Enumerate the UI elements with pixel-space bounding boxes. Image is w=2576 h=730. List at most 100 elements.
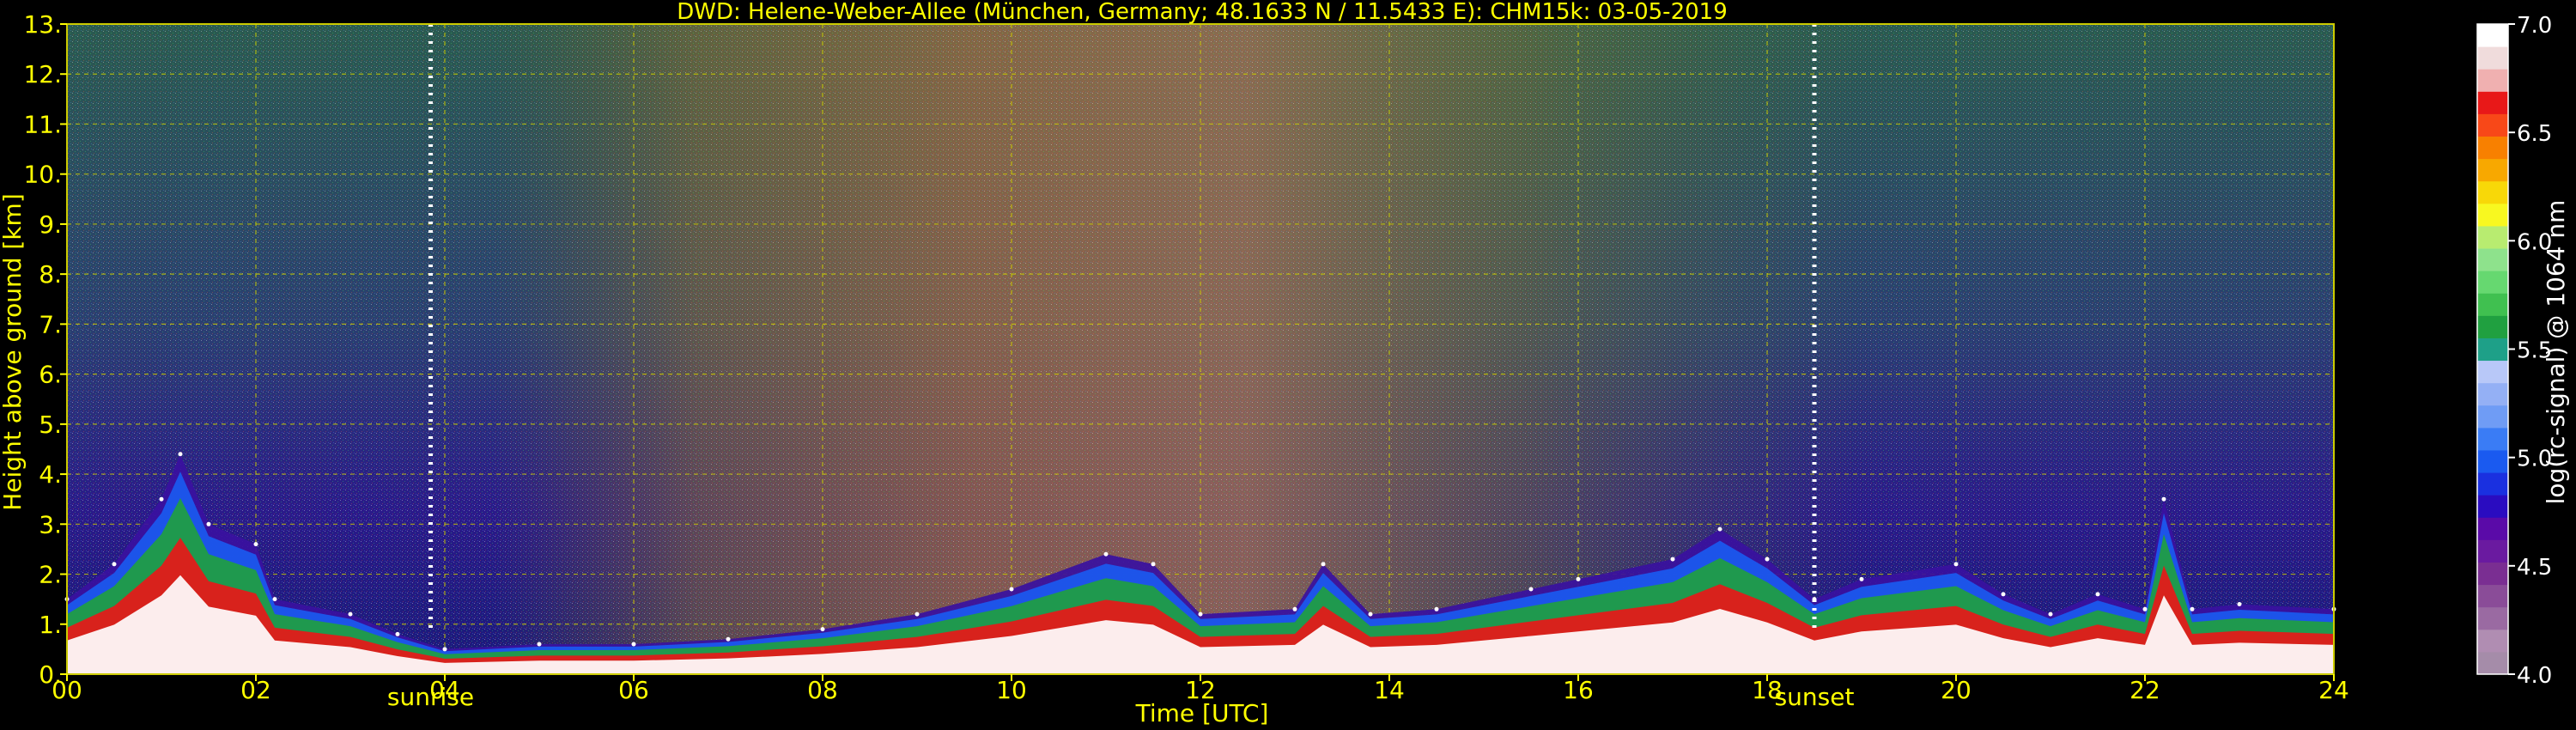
y-tick-label-5: 5. <box>39 411 62 439</box>
colorbar-tick-label-6.5: 6.5 <box>2517 121 2552 147</box>
x-tick-label-14: 14 <box>1374 676 1405 704</box>
ceilometer-figure: sunrise sunset 00 02 04 06 08 10 12 14 16 18 20 22 24… <box>0 0 2570 727</box>
colorbar-segment-26 <box>2477 69 2508 92</box>
layer-top-point-37 <box>2237 601 2242 606</box>
colorbar-tick-label-4.0: 4.0 <box>2517 663 2552 689</box>
layer-top-point-26 <box>1717 526 1722 532</box>
layer-top-point-31 <box>2001 592 2006 597</box>
colorbar-segment-18 <box>2477 248 2508 271</box>
y-tick-label-6: 6. <box>39 361 62 389</box>
x-tick-label-20: 20 <box>1941 676 1971 704</box>
colorbar-segment-4 <box>2477 562 2508 586</box>
x-tick-label-04: 04 <box>429 676 460 704</box>
y-tick-label-7: 7. <box>39 310 62 338</box>
colorbar-segment-10 <box>2477 427 2508 451</box>
layer-top-point-21 <box>1368 611 1373 617</box>
layer-top-point-10 <box>537 642 542 647</box>
sunset-label: sunset <box>1775 683 1855 711</box>
y-tick-label-1: 1. <box>39 611 62 639</box>
colorbar-segment-0 <box>2477 651 2508 675</box>
layer-top-point-36 <box>2190 606 2195 611</box>
y-axis-label: Height above ground [km] <box>0 193 27 511</box>
layer-top-point-24 <box>1576 576 1581 581</box>
colorbar-segment-13 <box>2477 360 2508 384</box>
x-axis-label: Time [UTC] <box>1135 699 1269 727</box>
layer-top-point-4 <box>206 521 211 526</box>
y-tick-label-12: 12. <box>23 60 62 88</box>
layer-top-point-2 <box>159 496 164 502</box>
colorbar-segment-19 <box>2477 225 2508 249</box>
colorbar-segment-12 <box>2477 382 2508 406</box>
layer-top-point-9 <box>442 647 447 652</box>
colorbar-segment-8 <box>2477 472 2508 496</box>
colorbar-segment-17 <box>2477 271 2508 294</box>
colorbar-segment-2 <box>2477 606 2508 630</box>
x-tick-label-24: 24 <box>2318 676 2349 704</box>
colorbar-segment-28 <box>2477 24 2508 47</box>
layer-top-point-7 <box>348 611 353 617</box>
x-tick-label-06: 06 <box>618 676 649 704</box>
layer-top-point-1 <box>112 562 117 567</box>
layer-top-point-29 <box>1859 576 1864 581</box>
y-tick-label-13: 13. <box>23 10 62 39</box>
colorbar-tick-label-7.0: 7.0 <box>2517 13 2552 39</box>
colorbar-segment-6 <box>2477 517 2508 540</box>
x-tick-label-18: 18 <box>1752 676 1783 704</box>
layer-top-point-25 <box>1670 557 1675 562</box>
layer-top-point-30 <box>1953 562 1959 567</box>
layer-top-point-22 <box>1434 606 1439 611</box>
y-tick-label-10: 10. <box>23 161 62 189</box>
colorbar-segment-5 <box>2477 539 2508 563</box>
layer-top-point-32 <box>2048 611 2053 617</box>
x-tick-label-02: 02 <box>240 676 271 704</box>
colorbar-segment-11 <box>2477 405 2508 429</box>
y-tick-label-11: 11. <box>23 110 62 138</box>
layer-top-point-20 <box>1321 562 1326 567</box>
layer-top-point-16 <box>1103 551 1109 557</box>
colorbar-segment-14 <box>2477 338 2508 362</box>
y-tick-label-4: 4. <box>39 460 62 489</box>
layer-top-point-19 <box>1292 606 1297 611</box>
y-tick-label-0: 0. <box>39 660 62 689</box>
y-tick-label-9: 9. <box>39 210 62 239</box>
y-tick-label-3: 3. <box>39 510 62 538</box>
layer-top-point-34 <box>2142 606 2148 611</box>
x-tick-label-16: 16 <box>1563 676 1594 704</box>
y-tick-label-2: 2. <box>39 561 62 589</box>
layer-top-point-35 <box>2161 496 2166 502</box>
x-tick-label-10: 10 <box>996 676 1027 704</box>
layer-top-point-27 <box>1765 557 1770 562</box>
colorbar-label: log(rc-signal) @ 1064 nm <box>2542 200 2570 505</box>
layer-top-point-11 <box>631 642 636 647</box>
colorbar-segment-21 <box>2477 180 2508 204</box>
y-tick-label-8: 8. <box>39 260 62 289</box>
layer-top-point-13 <box>820 627 825 632</box>
colorbar-segment-23 <box>2477 136 2508 160</box>
layer-top-point-12 <box>726 636 731 642</box>
layer-top-point-23 <box>1528 587 1534 592</box>
colorbar-tick-label-4.5: 4.5 <box>2517 555 2552 581</box>
layer-top-point-18 <box>1198 611 1203 617</box>
layer-top-point-8 <box>395 631 400 636</box>
colorbar-segment-25 <box>2477 91 2508 114</box>
layer-top-point-15 <box>1009 587 1014 592</box>
colorbar-segment-22 <box>2477 158 2508 182</box>
colorbar-segment-24 <box>2477 113 2508 137</box>
colorbar-segment-3 <box>2477 584 2508 608</box>
colorbar-segment-27 <box>2477 46 2508 70</box>
layer-top-point-33 <box>2095 592 2100 597</box>
colorbar-segment-1 <box>2477 629 2508 653</box>
chart-title: DWD: Helene-Weber-Allee (München, German… <box>677 0 1728 25</box>
layer-top-point-6 <box>272 597 277 602</box>
colorbar-segment-15 <box>2477 315 2508 338</box>
x-tick-label-08: 08 <box>807 676 838 704</box>
colorbar-segment-7 <box>2477 495 2508 518</box>
colorbar-segment-16 <box>2477 293 2508 316</box>
layer-top-point-14 <box>914 611 920 617</box>
layer-top-point-5 <box>253 542 258 547</box>
layer-top-point-17 <box>1151 562 1156 567</box>
layer-top-point-3 <box>178 452 183 457</box>
colorbar-segment-20 <box>2477 203 2508 227</box>
colorbar-segment-9 <box>2477 449 2508 473</box>
x-tick-label-22: 22 <box>2129 676 2160 704</box>
